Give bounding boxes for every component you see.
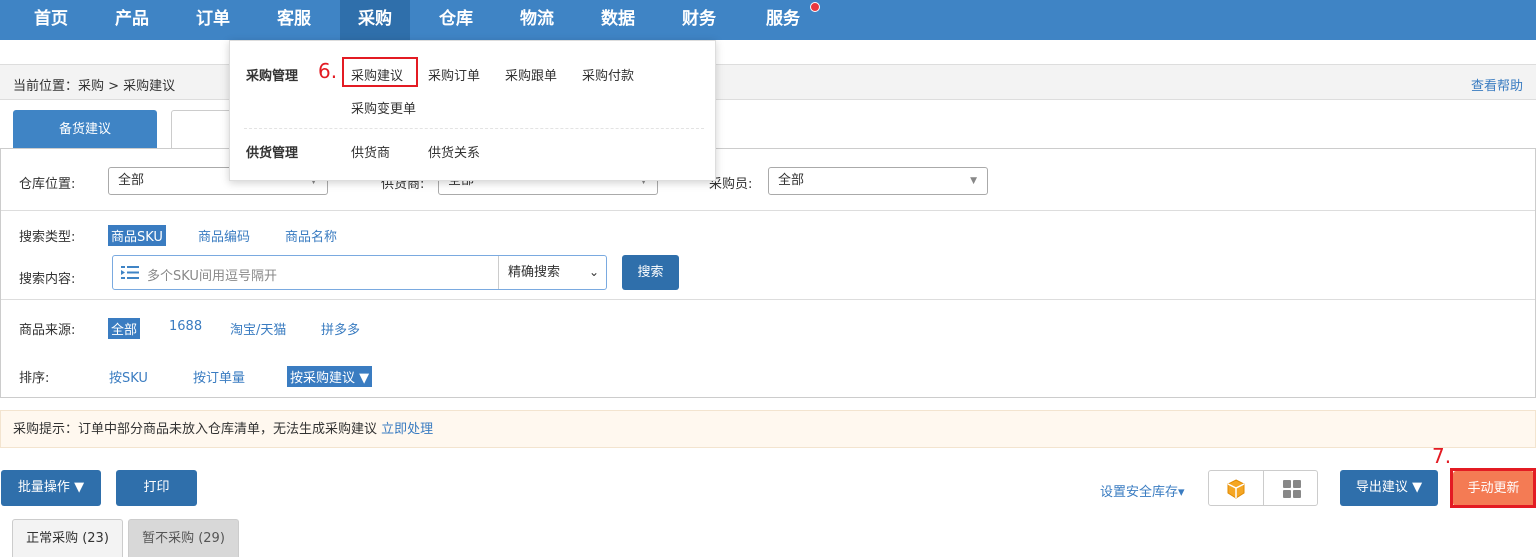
grid-icon[interactable] <box>1282 479 1302 499</box>
nav-orders[interactable]: 订单 <box>178 0 248 40</box>
highlight-box-step7 <box>1450 468 1536 508</box>
export-suggestion-label: 导出建议 <box>1355 480 1408 495</box>
view-toggle <box>1208 470 1318 506</box>
handle-now-link[interactable]: 立即处理 <box>381 422 433 437</box>
caret-down-icon: ▼ <box>74 480 85 495</box>
tab-stock-suggestion[interactable]: 备货建议 <box>13 110 157 148</box>
search-mode-value: 精确搜索 <box>508 265 561 280</box>
menu-purchase-payment[interactable]: 采购付款 <box>582 65 634 84</box>
source-1688[interactable]: 1688 <box>169 319 202 334</box>
tab-hold-purchase[interactable]: 暂不采购 (29) <box>128 519 239 557</box>
export-suggestion-button[interactable]: 导出建议 ▼ <box>1340 470 1438 506</box>
step7-annotation: 7. <box>1432 444 1452 468</box>
sort-by-order-qty[interactable]: 按订单量 <box>193 367 245 386</box>
highlight-box-step6 <box>342 57 418 87</box>
chevron-down-icon: ⌄ <box>588 265 599 279</box>
batch-operation-button[interactable]: 批量操作 ▼ <box>1 470 101 506</box>
search-input[interactable]: 多个SKU间用逗号隔开 精确搜索 ⌄ <box>112 255 607 290</box>
menu-supplier[interactable]: 供货商 <box>351 142 390 161</box>
sort-label: 排序: <box>19 371 50 386</box>
nav-finance[interactable]: 财务 <box>664 0 734 40</box>
buyer-select-value: 全部 <box>778 173 805 188</box>
caret-down-icon: ▾ <box>1178 485 1185 500</box>
nav-products[interactable]: 产品 <box>97 0 167 40</box>
search-type-code[interactable]: 商品编码 <box>198 226 250 245</box>
supply-mgmt-heading: 供货管理 <box>246 146 299 161</box>
notice-text: 采购提示：订单中部分商品未放入仓库清单，无法生成采购建议 <box>13 422 378 437</box>
nav-logistics[interactable]: 物流 <box>502 0 572 40</box>
batch-operation-label: 批量操作 <box>17 480 70 495</box>
menu-supply-relation[interactable]: 供货关系 <box>428 142 480 161</box>
buyer-select[interactable]: 全部 ▼ <box>768 167 988 195</box>
dropdown-arrow-icon: ▼ <box>970 176 977 186</box>
help-link[interactable]: 查看帮助 <box>1471 75 1523 94</box>
search-button[interactable]: 搜索 <box>622 255 679 290</box>
tab-normal-purchase[interactable]: 正常采购 (23) <box>12 519 123 557</box>
nav-data[interactable]: 数据 <box>583 0 653 40</box>
caret-down-icon: ▼ <box>1412 480 1423 495</box>
purchase-dropdown-menu: 采购管理 6. 采购建议 采购订单 采购跟单 采购付款 采购变更单 供货管理 供… <box>229 40 716 181</box>
step6-annotation: 6. <box>318 59 338 83</box>
print-button[interactable]: 打印 <box>116 470 197 506</box>
nav-customer-service[interactable]: 客服 <box>259 0 329 40</box>
notification-dot-icon <box>810 2 820 12</box>
list-icon <box>121 266 139 279</box>
search-mode-select[interactable]: 精确搜索 ⌄ <box>498 256 606 289</box>
sort-by-suggestion-label: 按采购建议 <box>290 371 356 386</box>
search-placeholder: 多个SKU间用逗号隔开 <box>147 269 277 284</box>
breadcrumb-text: 当前位置：采购 > 采购建议 <box>13 79 176 94</box>
box-icon[interactable] <box>1226 479 1246 499</box>
nav-home[interactable]: 首页 <box>16 0 86 40</box>
nav-warehouse[interactable]: 仓库 <box>421 0 491 40</box>
divider <box>244 128 704 129</box>
purchase-notice: 采购提示：订单中部分商品未放入仓库清单，无法生成采购建议 立即处理 <box>0 410 1536 448</box>
divider <box>1 299 1535 300</box>
top-nav: 首页 产品 订单 客服 采购 仓库 物流 数据 财务 服务 <box>0 0 1536 40</box>
menu-purchase-tracking[interactable]: 采购跟单 <box>505 65 557 84</box>
nav-purchase[interactable]: 采购 <box>340 0 410 40</box>
nav-service[interactable]: 服务 <box>748 0 818 40</box>
search-type-sku[interactable]: 商品SKU <box>108 225 166 246</box>
filter-panel: 仓库位置: 全部 ▼ 供货商: 全部 ▼ 采购员: 全部 ▼ 搜索类型: 商品S… <box>0 148 1536 398</box>
sort-by-suggestion[interactable]: 按采购建议 ▼ <box>287 366 373 387</box>
source-pinduoduo[interactable]: 拼多多 <box>321 319 360 338</box>
menu-purchase-order[interactable]: 采购订单 <box>428 65 480 84</box>
search-type-name[interactable]: 商品名称 <box>285 226 337 245</box>
divider <box>1263 471 1264 505</box>
warehouse-label: 仓库位置: <box>19 177 76 192</box>
source-all[interactable]: 全部 <box>108 318 141 339</box>
search-type-label: 搜索类型: <box>19 230 76 245</box>
sort-by-sku[interactable]: 按SKU <box>109 367 148 386</box>
safety-stock-label: 设置安全库存 <box>1100 485 1179 500</box>
caret-down-icon: ▼ <box>359 371 370 386</box>
purchase-mgmt-heading: 采购管理 <box>246 69 299 84</box>
source-label: 商品来源: <box>19 323 76 338</box>
search-content-label: 搜索内容: <box>19 272 76 287</box>
source-taobao[interactable]: 淘宝/天猫 <box>230 319 286 338</box>
warehouse-select-value: 全部 <box>118 173 145 188</box>
safety-stock-link[interactable]: 设置安全库存▾ <box>1100 481 1185 500</box>
divider <box>1 210 1535 211</box>
menu-purchase-change-order[interactable]: 采购变更单 <box>351 98 416 117</box>
